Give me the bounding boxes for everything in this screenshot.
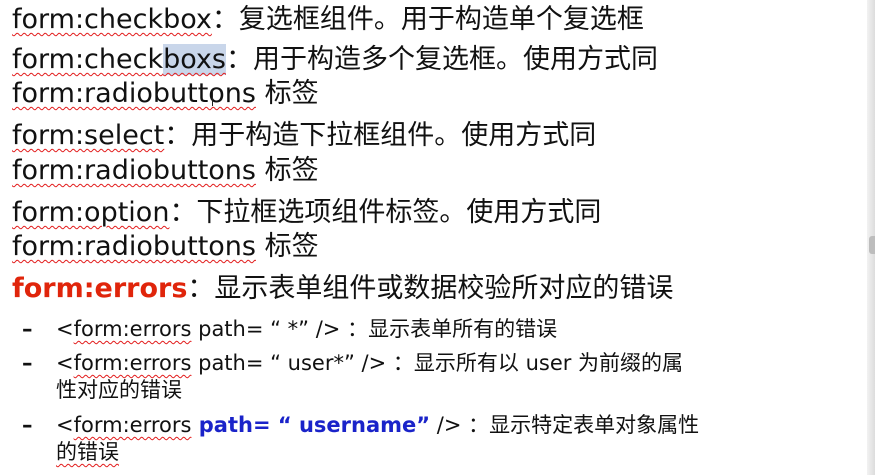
radiobuttons-tag: form:radiobuttons	[12, 231, 256, 262]
checkboxs-desc: ：用于构造多个复选框。使用方式同	[225, 44, 658, 75]
window-edge	[867, 0, 875, 475]
option-item-cont: form:radiobuttons 标签	[12, 231, 319, 263]
checkbox-desc: ：复选框组件。用于构造单个复选框	[211, 4, 644, 35]
checkboxs-item: form:checkboxs：用于构造多个复选框。使用方式同	[12, 44, 658, 76]
tag-suffix: 标签	[255, 231, 319, 262]
subitem-desc: ：显示表单所有的错误	[340, 317, 558, 341]
dash-bullet: –	[22, 413, 33, 437]
radiobuttons-tag: form:radiobuttons	[12, 155, 256, 186]
tag-open: <	[56, 413, 74, 437]
subitem-desc: ：显示特定表单对象属性	[461, 413, 700, 437]
tag-open: <	[56, 317, 74, 341]
errors-subitem-username-cont: 的错误	[12, 439, 119, 465]
tag-open: <	[56, 351, 74, 375]
path-attr: path= “ user*” />	[191, 351, 387, 375]
subitem-desc: ：显示所有以 user 为前缀的属	[386, 351, 684, 375]
subitem-desc-cont: 的错误	[56, 440, 119, 464]
dash-bullet: –	[22, 317, 33, 341]
tag-suffix: 标签	[255, 155, 319, 186]
path-attr: path= “ *” />	[191, 317, 341, 341]
option-tag: form:option	[12, 197, 170, 228]
errors-subitem-user-cont: 性对应的错误	[12, 377, 182, 403]
select-desc: ：用于构造下拉框组件。使用方式同	[164, 120, 597, 151]
slide-content: form:checkbox：复选框组件。用于构造单个复选框 form:check…	[12, 0, 862, 475]
errors-subitem-username: – <form:errors path= “ username” /> ：显示特定…	[12, 412, 699, 438]
radiobuttons-tag: form:radiobuttons	[12, 78, 256, 109]
checkbox-tag: form:checkbox	[12, 4, 212, 35]
subitem-desc-cont: 性对应的错误	[56, 378, 182, 402]
option-desc: ：下拉框选项组件标签。使用方式同	[169, 197, 602, 228]
option-item: form:option：下拉框选项组件标签。使用方式同	[12, 197, 601, 229]
errors-subitem-all: – <form:errors path= “ *” /> ：显示表单所有的错误	[12, 316, 557, 342]
errors-item: form:errors：显示表单组件或数据校验所对应的错误	[12, 273, 673, 305]
path-attr-highlight: path= “ username”	[191, 413, 431, 437]
errors-tag: form:errors	[73, 351, 192, 375]
tag-close: />	[430, 413, 462, 437]
checkboxs-tag-prefix: form:check	[12, 44, 164, 75]
tag-suffix: 标签	[255, 78, 319, 109]
errors-tag: form:errors	[73, 413, 192, 437]
selected-text[interactable]: boxs	[163, 44, 226, 75]
select-item-cont: form:radiobuttons 标签	[12, 155, 319, 187]
errors-desc: ：显示表单组件或数据校验所对应的错误	[187, 273, 674, 304]
checkboxs-item-cont: form:radiobuttons 标签	[12, 78, 319, 110]
text-cursor	[212, 90, 215, 106]
select-item: form:select：用于构造下拉框组件。使用方式同	[12, 120, 596, 152]
checkbox-item: form:checkbox：复选框组件。用于构造单个复选框	[12, 4, 644, 36]
checkboxs-tag: form:checkboxs	[12, 44, 226, 75]
select-tag: form:select	[12, 120, 165, 151]
scroll-handle[interactable]	[869, 236, 875, 254]
dash-bullet: –	[22, 351, 33, 375]
errors-tag: form:errors	[12, 273, 188, 304]
errors-subitem-user: – <form:errors path= “ user*” /> ：显示所有以 u…	[12, 350, 683, 376]
errors-tag: form:errors	[73, 317, 192, 341]
